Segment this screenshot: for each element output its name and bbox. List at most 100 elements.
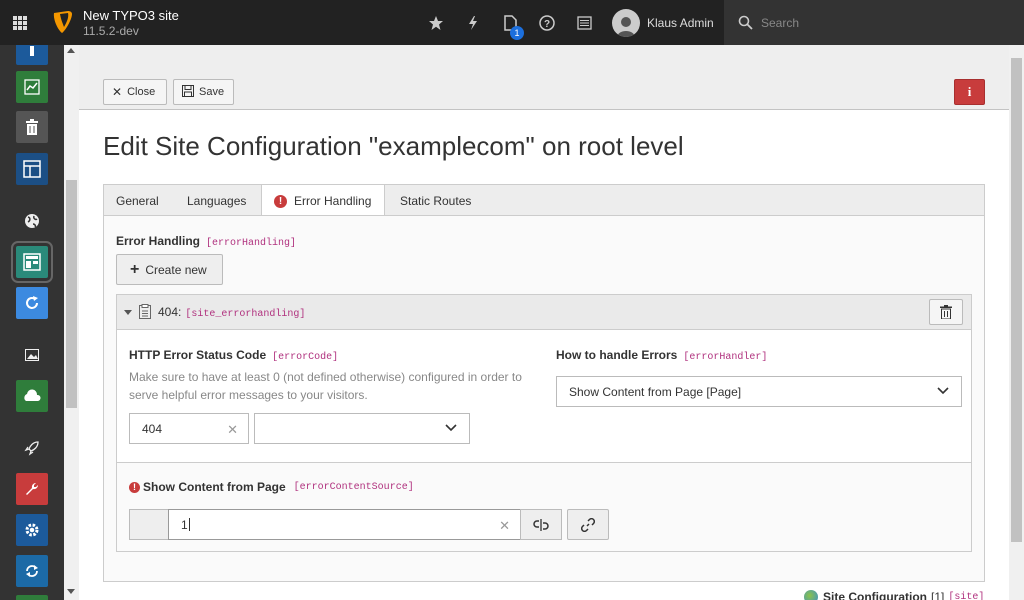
user-menu[interactable]: Klaus Admin	[612, 8, 714, 38]
module-menu-toggle-icon[interactable]	[0, 0, 40, 45]
rocket-module-icon[interactable]	[16, 432, 48, 464]
error-icon: !	[129, 481, 140, 493]
content-source-input[interactable]: 1 ✕	[168, 509, 521, 540]
create-new-button[interactable]: + Create new	[116, 254, 223, 285]
info-icon: i	[967, 84, 972, 99]
bookmark-star-icon[interactable]	[418, 0, 454, 45]
tab-general[interactable]: General	[104, 185, 171, 216]
module-bar	[0, 45, 64, 600]
content-source-label: ! Show Content from Page [errorContentSou…	[129, 480, 414, 494]
create-new-label: Create new	[145, 262, 207, 277]
field-code: [errorHandling]	[206, 238, 297, 249]
recycler-module-icon[interactable]	[16, 111, 48, 143]
trash-icon	[940, 305, 952, 319]
user-name: Klaus Admin	[647, 16, 714, 30]
media-module-icon[interactable]	[16, 339, 48, 371]
text-cursor	[188, 518, 190, 531]
record-title-text: 404:	[158, 305, 182, 319]
status-code-value: 404	[142, 421, 163, 436]
upgrade-module-icon[interactable]	[16, 555, 48, 587]
page-title: Edit Site Configuration "examplecom" on …	[103, 131, 684, 161]
open-documents-icon[interactable]: 1	[492, 0, 528, 45]
tab-static-routes[interactable]: Static Routes	[388, 185, 483, 216]
sites-module-icon[interactable]	[16, 205, 48, 237]
info-module-icon[interactable]	[16, 45, 48, 65]
link-browser-button[interactable]	[567, 509, 609, 540]
save-icon	[182, 84, 194, 100]
chevron-down-icon	[445, 424, 457, 432]
link-type-addon	[129, 509, 169, 540]
tab-label: Languages	[187, 193, 247, 208]
field-code: [errorContentSource]	[293, 481, 414, 493]
tab-label: Error Handling	[294, 194, 372, 208]
search-icon	[738, 15, 753, 30]
footer-code: [site]	[948, 591, 985, 600]
clear-input-icon[interactable]: ✕	[227, 422, 238, 438]
error-icon: !	[274, 194, 287, 208]
delete-record-button[interactable]	[929, 299, 963, 325]
field-label-text: Error Handling	[116, 234, 201, 248]
refresh-module-icon[interactable]	[16, 287, 48, 319]
handler-select[interactable]: Show Content from Page [Page]	[556, 376, 962, 407]
settings-module-icon[interactable]	[16, 514, 48, 546]
tab-languages[interactable]: Languages	[175, 185, 258, 216]
scroll-up-arrow-icon[interactable]	[67, 48, 75, 53]
status-code-description: Make sure to have at least 0 (not define…	[129, 370, 522, 402]
save-button[interactable]: Save	[173, 79, 234, 105]
top-bar: New TYPO3 site 11.5.2-dev 1 ? Klaus Admi…	[0, 0, 1024, 45]
typo3-logo-icon[interactable]	[52, 10, 74, 34]
field-label-text: How to handle Errors	[556, 348, 678, 362]
clear-input-icon[interactable]: ✕	[499, 518, 510, 534]
tab-label: General	[116, 193, 159, 208]
reports-module-icon[interactable]	[16, 71, 48, 103]
record-type-icon	[139, 304, 151, 319]
site-globe-icon	[804, 590, 818, 600]
site-name[interactable]: New TYPO3 site	[83, 8, 179, 23]
record-footer: Site Configuration [1] [site]	[804, 590, 984, 600]
save-button-label: Save	[199, 86, 225, 98]
system-info-icon[interactable]	[566, 0, 602, 45]
help-icon[interactable]: ?	[529, 0, 565, 45]
handler-value: Show Content from Page [Page]	[569, 384, 742, 399]
link-icon	[581, 517, 595, 532]
error-handling-label: Error Handling [errorHandling]	[116, 234, 296, 249]
content-source-value: 1	[181, 517, 188, 532]
record-title: 404: [site_errorhandling]	[158, 305, 305, 320]
svg-text:?: ?	[544, 19, 550, 30]
close-button[interactable]: ✕ Close	[103, 79, 167, 105]
info-button[interactable]: i	[954, 79, 985, 105]
field-code: [errorHandler]	[683, 352, 768, 363]
flash-icon[interactable]	[455, 0, 491, 45]
maintenance-module-icon[interactable]	[16, 473, 48, 505]
extension-module-icon[interactable]	[16, 595, 48, 600]
chevron-down-icon	[937, 387, 949, 395]
avatar	[612, 9, 640, 37]
scroll-down-arrow-icon[interactable]	[67, 589, 75, 594]
open-documents-badge: 1	[510, 26, 524, 40]
plus-icon: +	[130, 260, 140, 278]
footer-label: Site Configuration	[823, 590, 927, 600]
tab-error-handling[interactable]: ! Error Handling	[261, 185, 385, 217]
close-button-label: Close	[127, 86, 156, 98]
explode-link-button[interactable]	[520, 509, 562, 540]
link-explode-icon	[533, 518, 549, 531]
handler-label: How to handle Errors [errorHandler]	[556, 348, 767, 363]
content-scrollbar-thumb[interactable]	[1011, 58, 1022, 542]
search-box	[724, 0, 1024, 45]
tree-scrollbar-thumb[interactable]	[66, 180, 77, 408]
status-code-input[interactable]: 404 ✕	[129, 413, 249, 444]
close-icon: ✕	[112, 85, 123, 99]
tab-label: Static Routes	[400, 193, 472, 208]
field-code: [errorCode]	[272, 352, 339, 363]
layout-module-icon[interactable]	[16, 153, 48, 185]
search-input[interactable]	[761, 15, 1001, 30]
status-code-select[interactable]	[254, 413, 470, 444]
field-label-text: Show Content from Page	[143, 480, 286, 494]
site-version: 11.5.2-dev	[83, 24, 139, 38]
status-code-label: HTTP Error Status Code [errorCode]	[129, 348, 338, 363]
collapse-caret-icon[interactable]	[124, 310, 132, 315]
footer-count: [1]	[931, 590, 945, 600]
site-config-module-icon[interactable]	[11, 241, 53, 283]
storage-module-icon[interactable]	[16, 380, 48, 412]
tab-bar: General Languages ! Error Handling Stati…	[103, 184, 985, 217]
